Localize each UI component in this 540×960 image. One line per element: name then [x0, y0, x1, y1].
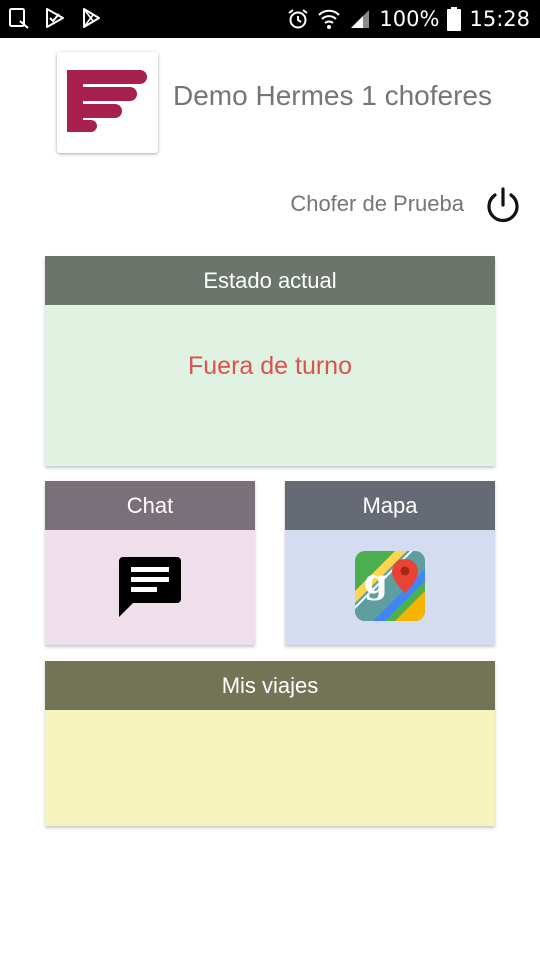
map-card[interactable]: Mapa g	[285, 481, 495, 645]
map-card-body[interactable]: g	[285, 530, 495, 645]
alarm-icon	[287, 8, 309, 30]
trips-card[interactable]: Mis viajes	[45, 661, 495, 826]
clock: 15:28	[469, 7, 530, 31]
map-card-title: Mapa	[285, 481, 495, 530]
chat-card-body[interactable]	[45, 530, 255, 645]
user-name: Chofer de Prueba	[290, 191, 464, 216]
wifi-icon	[317, 8, 341, 30]
status-bar: 100% 15:28	[0, 0, 540, 38]
notification-icon	[8, 7, 30, 29]
status-card: Estado actual Fuera de turno	[45, 256, 495, 466]
app-title: Demo Hermes 1 choferes	[173, 80, 493, 111]
status-card-body: Fuera de turno	[45, 305, 495, 466]
battery-icon	[447, 7, 462, 31]
notification-icons	[8, 7, 102, 29]
shift-status-text: Fuera de turno	[188, 352, 352, 380]
chat-icon[interactable]	[117, 555, 183, 619]
trips-card-body[interactable]	[45, 710, 495, 826]
check-app-icon	[44, 7, 66, 29]
power-icon[interactable]	[484, 186, 522, 224]
chat-card-title: Chat	[45, 481, 255, 530]
svg-text:g: g	[364, 562, 388, 602]
battery-percentage: 100%	[379, 7, 440, 31]
status-card-title: Estado actual	[45, 256, 495, 305]
signal-icon	[349, 8, 371, 30]
hermes-logo-icon	[57, 52, 158, 153]
play-store-icon	[80, 7, 102, 29]
trips-card-title: Mis viajes	[45, 661, 495, 710]
maps-icon[interactable]: g	[355, 551, 425, 621]
chat-card[interactable]: Chat	[45, 481, 255, 645]
system-indicators: 100% 15:28	[287, 0, 530, 38]
